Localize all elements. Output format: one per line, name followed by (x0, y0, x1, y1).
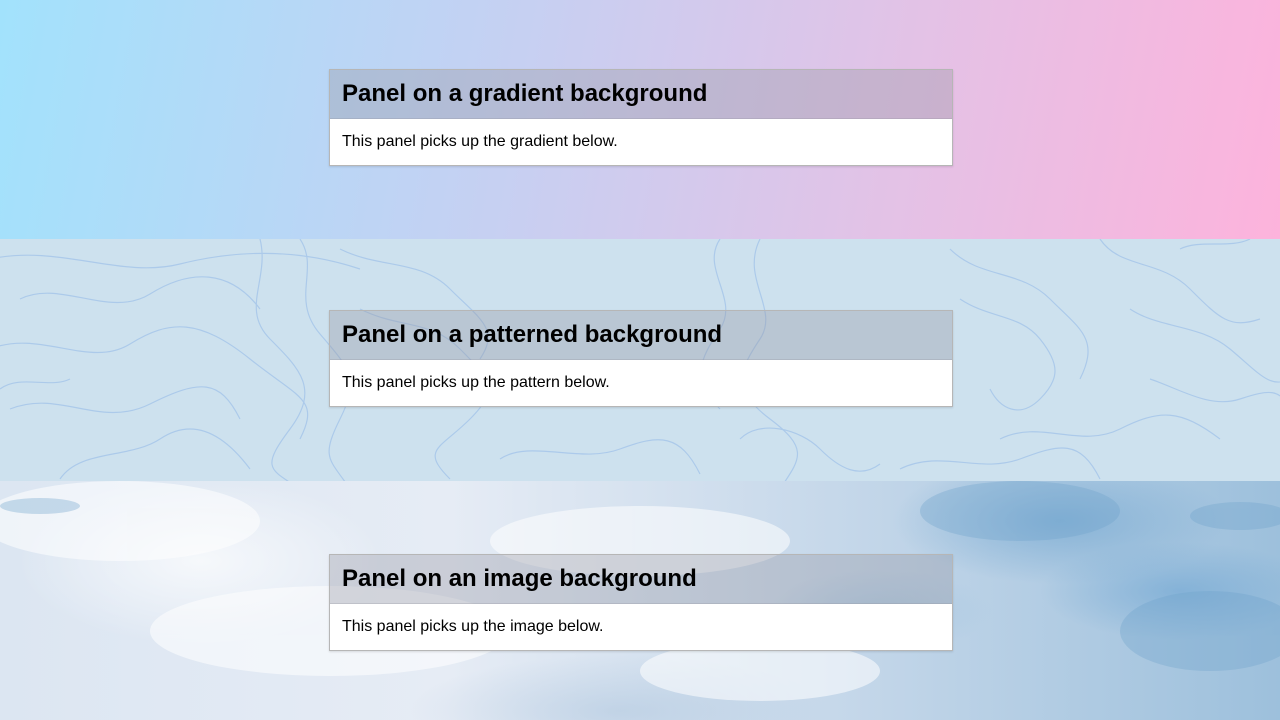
pattern-panel: Panel on a patterned background This pan… (329, 310, 953, 407)
image-background-section: Panel on an image background This panel … (0, 481, 1280, 720)
panel-title: Panel on a gradient background (342, 80, 708, 107)
gradient-background-section: Panel on a gradient background This pane… (0, 0, 1280, 239)
panel-body: This panel picks up the image below. (330, 604, 952, 650)
panel-title: Panel on a patterned background (342, 321, 723, 348)
panel-header: Panel on an image background (330, 555, 952, 604)
panel-body: This panel picks up the pattern below. (330, 360, 952, 406)
gradient-panel: Panel on a gradient background This pane… (329, 69, 953, 166)
panel-header: Panel on a gradient background (330, 70, 952, 119)
pattern-background-section: Panel on a patterned background This pan… (0, 239, 1280, 481)
panel-body: This panel picks up the gradient below. (330, 119, 952, 165)
panel-title: Panel on an image background (342, 565, 697, 592)
panel-header: Panel on a patterned background (330, 311, 952, 360)
image-panel: Panel on an image background This panel … (329, 554, 953, 651)
